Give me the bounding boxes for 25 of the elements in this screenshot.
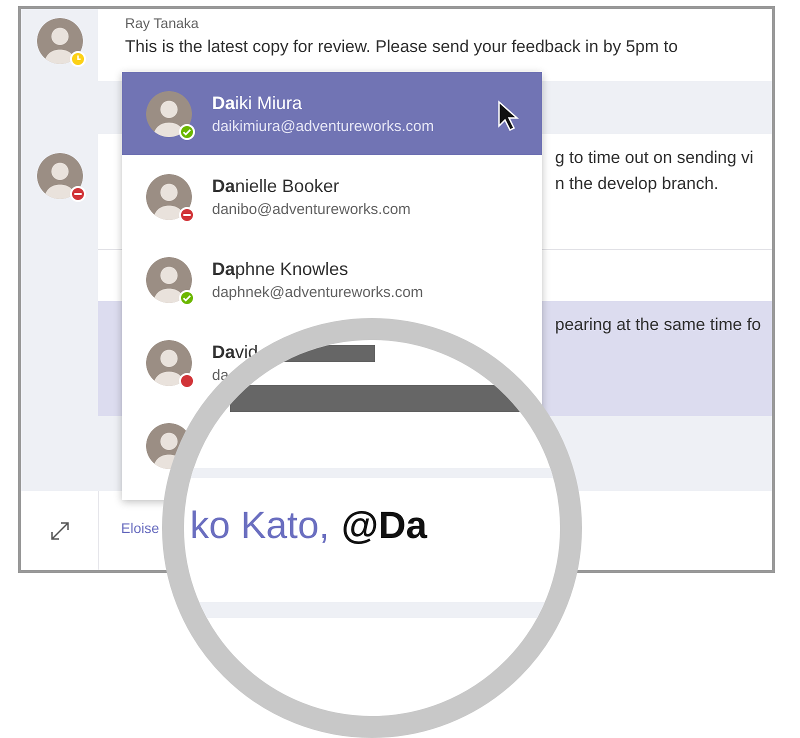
author-name: Ray Tanaka xyxy=(125,15,200,31)
avatar-icon xyxy=(146,174,192,220)
avatar-icon xyxy=(36,18,82,64)
person-email: danibo@adventureworks.com xyxy=(212,200,411,218)
compose-text: Eloise xyxy=(120,519,160,538)
person-name: Danielle Booker xyxy=(212,176,340,196)
mention-suggestion[interactable]: Daiki Miura daikimiura@adventureworks.com xyxy=(122,72,542,155)
mention-query-text: @Da xyxy=(341,505,428,548)
avatar-icon xyxy=(36,153,82,199)
message-text: This is the latest copy for review. Please send your feedback in by 5pm to xyxy=(125,37,679,57)
mouse-pointer-icon xyxy=(497,100,519,132)
message-text: g to time out on sending vi xyxy=(555,148,754,168)
avatar-icon xyxy=(146,90,192,136)
message-text: pearing at the same time fo xyxy=(555,315,762,335)
person-name: Daiki Miura xyxy=(212,92,304,114)
avatar-icon xyxy=(146,256,192,302)
person-email: daphnek@adventureworks.com xyxy=(212,284,424,300)
mention-suggestion[interactable]: Daphne Knowles daphnek@adventureworks.com xyxy=(122,238,542,321)
avatar-icon xyxy=(146,340,192,386)
message-text: n the develop branch. xyxy=(555,174,720,194)
mention-name-text: ko Kato, xyxy=(190,505,330,548)
person-name: Daphne Knowles xyxy=(212,258,350,280)
expand-icon[interactable] xyxy=(50,520,70,540)
mention-suggestion[interactable]: Danielle Booker danibo@adventureworks.com xyxy=(122,155,542,238)
person-email: daikimiura@adventureworks.com xyxy=(212,118,434,134)
